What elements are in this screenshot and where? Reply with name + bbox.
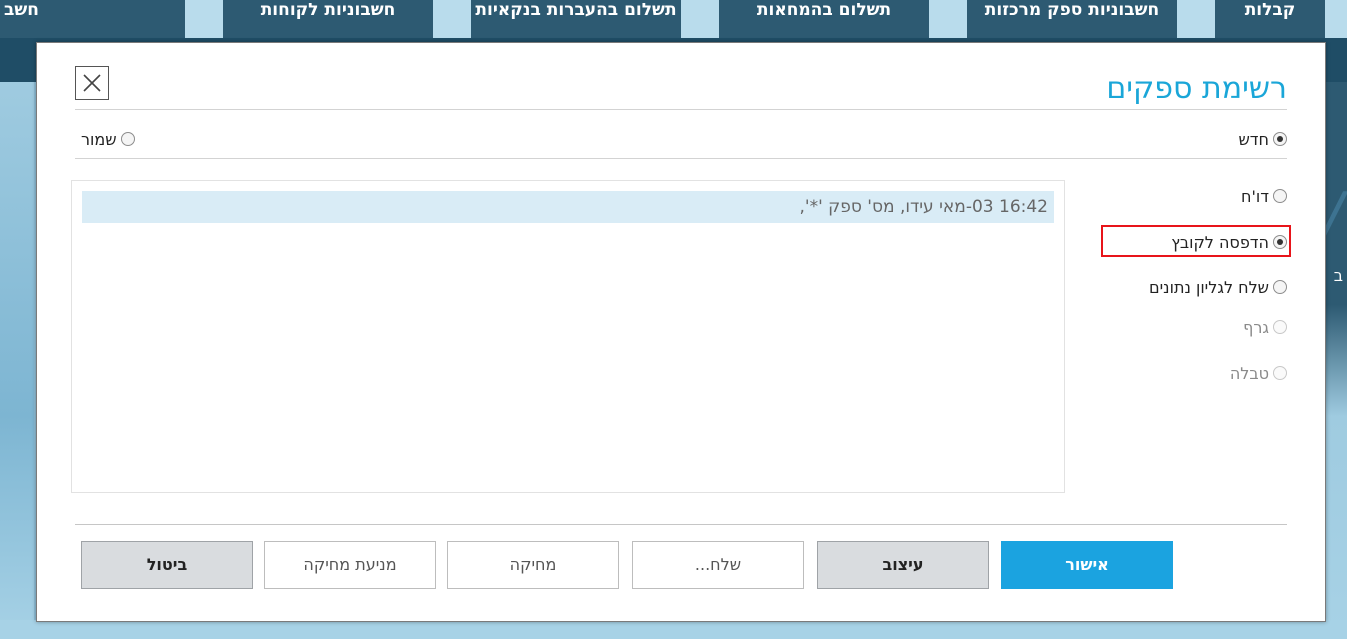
header-divider	[75, 109, 1287, 110]
background-tab-cheque-payments[interactable]: תשלום בהמחאות	[719, 0, 929, 38]
send-button[interactable]: שלח...	[632, 541, 804, 589]
background-tab-gap	[433, 0, 471, 38]
output-option-spreadsheet[interactable]: שלח לגליון נתונים	[1149, 275, 1287, 299]
background-tabs: קבלות חשבוניות ספק מרכזות תשלום בהמחאות …	[0, 0, 1347, 40]
output-report-label: דו'ח	[1241, 186, 1269, 206]
output-spreadsheet-label: שלח לגליון נתונים	[1148, 277, 1269, 297]
background-tab-central-invoices[interactable]: חשבוניות ספק מרכזות	[967, 0, 1177, 38]
background-right-area	[1325, 82, 1347, 639]
background-bottom-area	[0, 620, 1347, 639]
output-spreadsheet-radio[interactable]	[1273, 280, 1287, 294]
output-option-print-to-file[interactable]: הדפסה לקובץ	[1171, 230, 1287, 254]
report-list-item-text: 16:42 03-מאי עידו, מס' ספק '*',	[799, 197, 1048, 217]
mode-new-option[interactable]: חדש	[1238, 127, 1287, 151]
dialog-title: רשימת ספקים	[1106, 71, 1287, 106]
mode-saved-label: שמור	[81, 129, 117, 149]
report-list-item[interactable]: 16:42 03-מאי עידו, מס' ספק '*',	[82, 191, 1054, 223]
mode-new-radio[interactable]	[1273, 132, 1287, 146]
output-graph-label: גרף	[1243, 317, 1269, 337]
design-button[interactable]: עיצוב	[817, 541, 989, 589]
output-print-to-file-radio[interactable]	[1273, 235, 1287, 249]
background-tab-gap	[185, 0, 223, 38]
saved-reports-list[interactable]: 16:42 03-מאי עידו, מס' ספק '*',	[71, 180, 1065, 493]
background-tab-gap	[929, 0, 967, 38]
output-report-radio[interactable]	[1273, 189, 1287, 203]
background-tab-gap	[1177, 0, 1215, 38]
background-tab-bank-transfers[interactable]: תשלום בהעברות בנקאיות	[471, 0, 681, 38]
background-tab-partial[interactable]: חשב	[0, 0, 185, 38]
background-tab-gap	[1325, 0, 1347, 38]
mode-saved-radio[interactable]	[120, 132, 135, 146]
close-button[interactable]	[75, 66, 109, 100]
delete-button[interactable]: מחיקה	[447, 541, 619, 589]
output-graph-radio	[1273, 320, 1287, 334]
output-print-to-file-label: הדפסה לקובץ	[1171, 232, 1269, 252]
background-tab-gap	[681, 0, 719, 38]
background-partial-text: ב	[1333, 266, 1343, 285]
background-left-area	[0, 82, 34, 639]
mode-saved-option[interactable]: שמור	[81, 127, 135, 151]
mode-divider-left	[75, 158, 1113, 159]
background-tab-receipts[interactable]: קבלות	[1215, 0, 1325, 38]
prevent-delete-button[interactable]: מניעת מחיקה	[264, 541, 436, 589]
output-option-table: טבלה	[1230, 361, 1287, 385]
output-table-radio	[1273, 366, 1287, 380]
background-tab-customer-invoices[interactable]: חשבוניות לקוחות	[223, 0, 433, 38]
close-icon	[83, 74, 101, 92]
suppliers-list-dialog: רשימת ספקים חדש שמור דו'ח הדפסה לקובץ של…	[36, 42, 1326, 622]
output-option-graph: גרף	[1243, 315, 1287, 339]
cancel-button[interactable]: ביטול	[81, 541, 253, 589]
mode-new-label: חדש	[1238, 129, 1269, 149]
output-table-label: טבלה	[1229, 363, 1269, 383]
output-option-report[interactable]: דו'ח	[1241, 184, 1287, 208]
footer-divider	[75, 524, 1287, 525]
ok-button[interactable]: אישור	[1001, 541, 1173, 589]
